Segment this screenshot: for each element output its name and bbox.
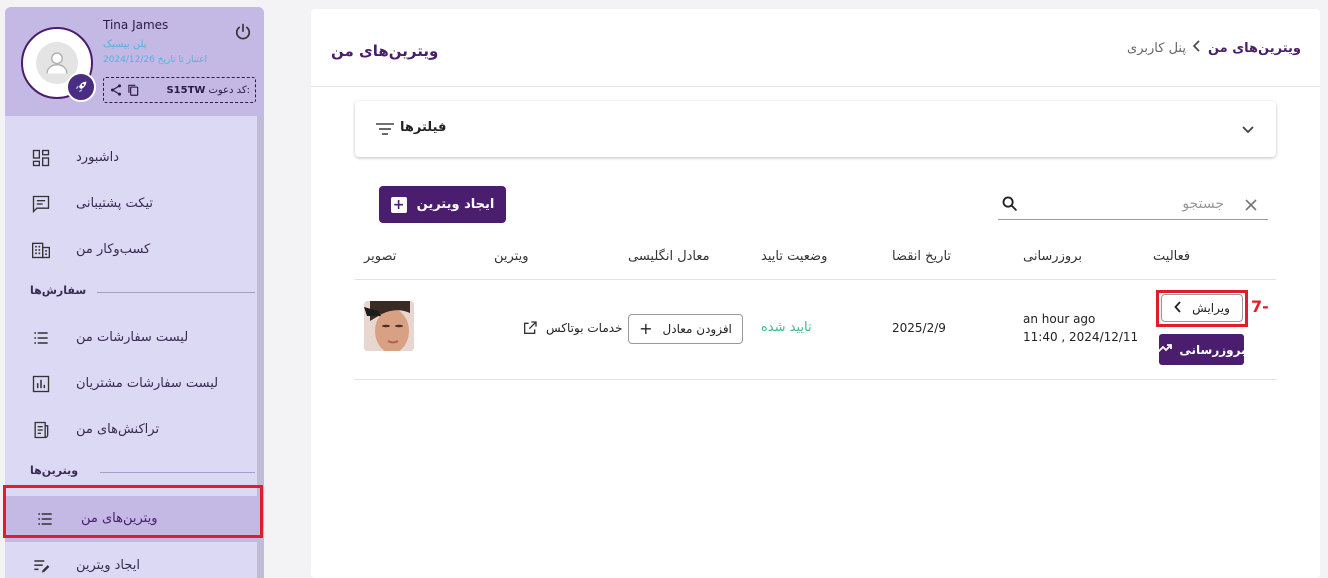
edit-list-icon	[31, 556, 51, 576]
sidebar-item-label: تیکت پشتیبانی	[76, 196, 154, 211]
close-icon[interactable]	[1244, 197, 1258, 211]
rocket-badge-icon	[66, 72, 96, 102]
add-equivalent-label: افزودن معادل	[662, 322, 732, 336]
divider	[354, 379, 1276, 380]
nav-section-orders: سفارش‌ها	[30, 284, 87, 297]
sidebar-item-customer-orders[interactable]: لیست سفارشات مشتریان	[5, 364, 257, 404]
expire-date: 2025/2/9	[892, 321, 946, 335]
update-label: بروزرسانی	[1179, 342, 1246, 357]
update-button[interactable]: بروزرسانی	[1157, 334, 1246, 365]
step-annotation: 7-	[1251, 297, 1269, 316]
copy-icon[interactable]	[126, 83, 140, 97]
user-validity: اعتبار تا تاریخ 2024/12/26	[103, 55, 208, 65]
chevron-left-icon	[1174, 300, 1182, 316]
column-header-status: وضعیت تایید	[761, 249, 828, 264]
column-header-showcase: ویترین	[494, 249, 529, 264]
updated-relative: an hour ago	[1023, 312, 1096, 326]
sidebar-item-label: ایجاد ویترین	[76, 558, 141, 573]
power-icon[interactable]	[233, 22, 253, 42]
invite-code-box: :کد دعوت S15TW	[103, 77, 256, 103]
user-plan: پلن بیسیک	[103, 39, 147, 50]
sidebar-item-my-business[interactable]: کسب‌وکار من	[5, 230, 257, 270]
sidebar-item-create-showcase[interactable]: ایجاد ویترین	[5, 546, 257, 578]
sidebar-item-my-transactions[interactable]: تراکنش‌های من	[5, 410, 257, 450]
share-icon[interactable]	[109, 83, 123, 97]
dashboard-icon	[31, 148, 51, 168]
plus-box-icon: +	[390, 196, 407, 213]
search-field	[998, 188, 1268, 220]
sidebar-item-label: لیست سفارشات من	[76, 330, 189, 345]
create-showcase-button[interactable]: ایجاد ویترین +	[379, 186, 506, 223]
breadcrumb-link[interactable]: پنل کاربری	[1127, 41, 1186, 56]
create-label: ایجاد ویترین	[416, 197, 495, 212]
showcase-name-link[interactable]: خدمات بوتاکس	[522, 320, 622, 336]
nav-section-showcases: ویترین‌ها	[30, 464, 79, 477]
nav-divider	[100, 472, 255, 473]
list-icon	[31, 328, 51, 348]
column-header-image: تصویر	[364, 249, 397, 264]
sidebar-item-label: لیست سفارشات مشتریان	[76, 376, 219, 391]
chevron-left-icon	[1192, 40, 1202, 56]
divider	[354, 279, 1276, 280]
user-name: Tina James	[103, 18, 169, 32]
open-external-icon[interactable]	[522, 320, 538, 336]
filters-title: فیلترها	[400, 120, 447, 135]
column-header-activity: فعالیت	[1153, 249, 1191, 264]
updated-timestamp: 11:40 , 2024/12/11	[1023, 330, 1139, 344]
breadcrumb: ویترین‌های من پنل کاربری	[1127, 40, 1301, 56]
search-input[interactable]	[1024, 192, 1224, 216]
search-icon[interactable]	[1001, 195, 1018, 212]
chevron-down-icon[interactable]	[1240, 121, 1256, 137]
page-title: ویترین‌های من	[331, 42, 439, 60]
plus-icon: +	[639, 319, 653, 338]
add-equivalent-button[interactable]: افزودن معادل +	[628, 314, 743, 344]
status-badge: تایید شده	[761, 320, 812, 335]
invite-code: S15TW	[166, 84, 206, 96]
showcase-thumbnail	[364, 301, 414, 351]
filter-icon	[375, 121, 395, 137]
column-header-english: معادل انگلیسی	[628, 249, 710, 264]
trending-up-icon	[1157, 342, 1173, 357]
breadcrumb-current: ویترین‌های من	[1207, 40, 1301, 56]
bar-chart-icon	[31, 374, 51, 394]
sidebar-item-label: تراکنش‌های من	[76, 422, 160, 437]
edit-button[interactable]: ویرایش	[1161, 294, 1243, 322]
highlight-frame-nav	[3, 485, 263, 538]
filters-panel[interactable]: فیلترها	[355, 101, 1276, 157]
nav-divider	[97, 292, 255, 293]
sidebar-item-label: کسب‌وکار من	[76, 242, 151, 257]
profile-card: Tina James پلن بیسیک اعتبار تا تاریخ 202…	[5, 7, 264, 116]
ticket-chat-icon	[31, 194, 51, 214]
receipt-icon	[31, 420, 51, 440]
main-panel: ویترین‌های من ویترین‌های من پنل کاربری ف…	[311, 9, 1320, 578]
showcase-name: خدمات بوتاکس	[546, 321, 623, 335]
building-icon	[31, 240, 51, 260]
invite-code-label: :کد دعوت	[208, 84, 250, 96]
edit-label: ویرایش	[1192, 301, 1230, 315]
sidebar-item-my-orders[interactable]: لیست سفارشات من	[5, 318, 257, 358]
column-header-expire: تاریخ انقضا	[892, 249, 952, 264]
column-header-updated: بروزرسانی	[1023, 249, 1082, 264]
divider	[311, 86, 1320, 87]
sidebar-item-label: داشبورد	[76, 150, 119, 165]
sidebar-item-support-ticket[interactable]: تیکت پشتیبانی	[5, 184, 257, 224]
sidebar-item-dashboard[interactable]: داشبورد	[5, 138, 257, 178]
